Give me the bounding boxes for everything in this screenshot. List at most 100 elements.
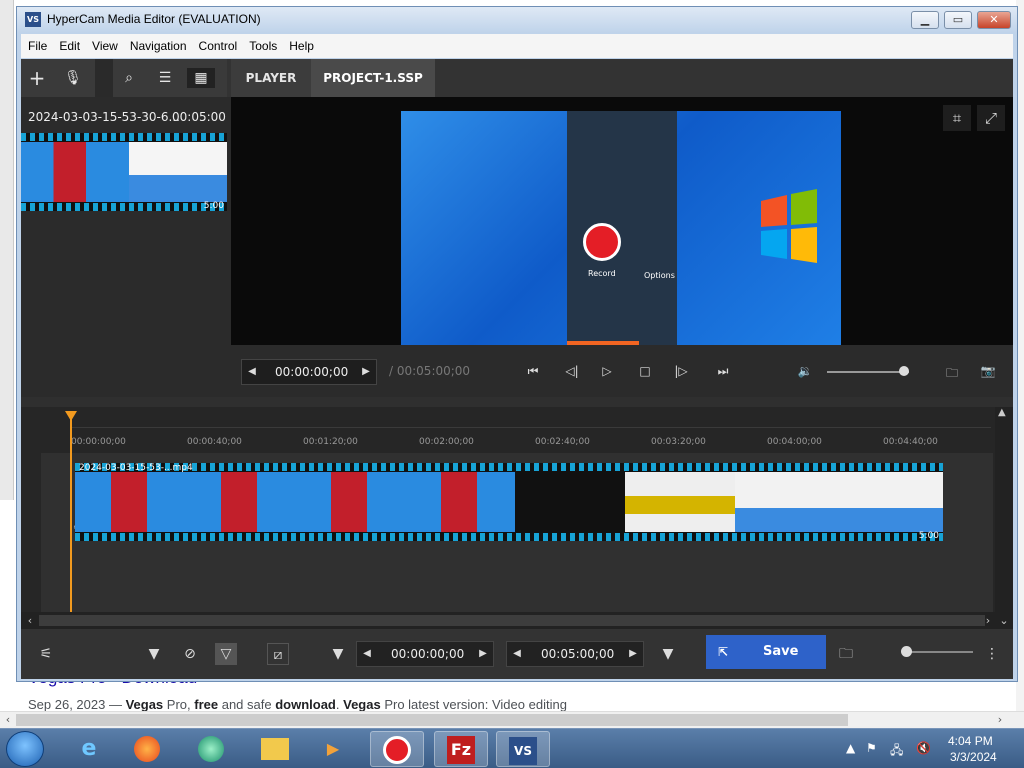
step-forward-arrow-icon[interactable]: ▶ — [356, 360, 376, 384]
film-strip-top — [75, 463, 943, 471]
tick-label: 00:00:40;00 — [187, 437, 242, 447]
network-icon[interactable]: 🖧 — [890, 741, 903, 762]
grid-view-icon[interactable]: ▦ — [187, 68, 215, 88]
tab-project[interactable]: PROJECT-1.SSP — [311, 59, 435, 97]
end-back-arrow-icon[interactable]: ◀ — [507, 642, 527, 666]
title-bar[interactable]: VS HyperCam Media Editor (EVALUATION) ▁ … — [17, 7, 1017, 33]
menu-edit[interactable]: Edit — [53, 34, 86, 58]
open-folder-icon[interactable]: 🗀 — [939, 364, 965, 385]
more-options-icon[interactable]: ⋮ — [981, 643, 1003, 665]
file-explorer-icon[interactable] — [248, 731, 302, 767]
scroll-left-arrow-icon[interactable]: ‹ — [0, 712, 16, 728]
timeline-zoom-slider[interactable] — [907, 651, 973, 653]
volume-muted-icon[interactable]: 🔇 — [916, 741, 931, 755]
marker-in-icon[interactable]: ▼ — [327, 643, 349, 665]
minimize-button[interactable]: ▁ — [911, 11, 939, 29]
end-forward-arrow-icon[interactable]: ▶ — [623, 642, 643, 666]
output-folder-icon[interactable]: 🗀 — [835, 643, 857, 665]
menu-help[interactable]: Help — [283, 34, 320, 58]
clock-date[interactable]: 3/3/2024 — [950, 750, 997, 764]
thumbnail-frame-2 — [129, 142, 227, 202]
media-clip-thumbnail[interactable]: 5:00 — [21, 133, 227, 211]
timeline-clip[interactable]: 2024-03-03-15-53-...mp4 5:00 — [75, 463, 943, 541]
remove-filter-icon[interactable]: ⊘ — [179, 643, 201, 665]
mixer-icon[interactable]: ⚟ — [35, 643, 57, 665]
previous-frame-icon[interactable]: ◁| — [562, 364, 582, 378]
menu-file[interactable]: File — [21, 34, 53, 58]
filter-icon[interactable]: ▼ — [143, 643, 165, 665]
firefox-icon[interactable] — [120, 731, 174, 767]
save-label: Save — [763, 644, 799, 659]
tick-label: 00:02:00;00 — [419, 437, 474, 447]
apply-filter-icon[interactable]: ▽ — [215, 643, 237, 665]
scroll-right-arrow-icon[interactable]: › — [992, 712, 1008, 728]
search-icon[interactable]: ⌕ — [119, 68, 139, 88]
list-view-icon[interactable]: ☰ — [155, 68, 175, 88]
playhead-line[interactable] — [70, 419, 72, 625]
selection-start-time: 00:00:00;00 — [391, 647, 465, 661]
go-to-start-icon[interactable]: ⏮ — [523, 364, 543, 379]
windows-logo-icon — [751, 181, 821, 271]
split-clip-icon[interactable]: ⧄ — [267, 643, 289, 665]
tick-label: 00:01:20;00 — [303, 437, 358, 447]
clip-segment-dark — [515, 472, 625, 532]
menu-navigation[interactable]: Navigation — [124, 34, 193, 58]
timeline-splitter[interactable] — [21, 397, 1013, 407]
microphone-icon[interactable]: 🎙 — [63, 68, 83, 88]
action-center-flag-icon[interactable]: ⚑ — [866, 741, 877, 755]
timeline-horizontal-scrollbar[interactable]: ‹ › ⌄ — [21, 612, 1013, 629]
add-media-icon[interactable]: + — [27, 68, 47, 88]
volume-slider-knob[interactable] — [899, 366, 909, 376]
export-icon: ⇱ — [718, 645, 729, 659]
media-clip-name: 2024-03-03-15-53-30-6... — [28, 110, 180, 124]
player-controls: ◀ 00:00:00;00 ▶ / 00:05:00;00 ⏮ ◁| ▷ □ |… — [231, 345, 1013, 397]
marker-out-icon[interactable]: ▼ — [657, 643, 679, 665]
timeline-vertical-scrollbar[interactable]: ▲ — [995, 407, 1013, 612]
scroll-up-arrow-icon[interactable]: ▲ — [998, 407, 1006, 418]
hypercam-record-icon[interactable] — [370, 731, 424, 767]
menu-view[interactable]: View — [86, 34, 124, 58]
media-player-icon[interactable]: ▶ — [306, 731, 360, 767]
timeline-zoom-knob[interactable] — [901, 646, 912, 657]
maximize-button[interactable]: ▭ — [944, 11, 972, 29]
scrollbar-thumb[interactable] — [16, 714, 848, 726]
close-button[interactable]: ✕ — [977, 11, 1011, 29]
volume-icon[interactable]: 🔉 — [795, 364, 815, 378]
menu-tools[interactable]: Tools — [243, 34, 283, 58]
next-frame-icon[interactable]: |▷ — [671, 364, 691, 378]
scroll-left-arrow-icon[interactable]: ‹ — [23, 612, 37, 629]
selection-end-field[interactable]: ◀ 00:05:00;00 ▶ — [506, 641, 644, 667]
scroll-right-arrow-icon[interactable]: › — [981, 612, 995, 629]
crop-icon[interactable]: ⌗ — [943, 105, 971, 131]
timeline-ruler[interactable]: 00:00:00;00 00:00:40;00 00:01:20;00 00:0… — [41, 407, 993, 451]
stop-icon[interactable]: □ — [635, 364, 655, 378]
current-time-field[interactable]: ◀ 00:00:00;00 ▶ — [241, 359, 377, 385]
volume-slider[interactable] — [827, 371, 909, 373]
start-button[interactable] — [6, 731, 44, 767]
green-app-icon[interactable] — [184, 731, 238, 767]
tick-label: 00:02:40;00 — [535, 437, 590, 447]
snapshot-camera-icon[interactable]: 📷 — [975, 364, 1001, 378]
window-title: HyperCam Media Editor (EVALUATION) — [47, 12, 261, 26]
timeline-scroll-thumb[interactable] — [39, 615, 985, 626]
go-to-end-icon[interactable]: ⏭ — [713, 364, 733, 379]
record-label: Record — [588, 269, 616, 278]
show-hidden-icons-icon[interactable]: ▲ — [846, 741, 855, 755]
play-icon[interactable]: ▷ — [597, 364, 617, 378]
editor-workspace: + 🎙 ⌕ ☰ ▦ 2024-03-03-15-53-30-6... 00:05… — [21, 59, 1013, 679]
fullscreen-icon[interactable]: ⤢ — [977, 105, 1005, 131]
menu-control[interactable]: Control — [193, 34, 244, 58]
internet-explorer-icon[interactable]: e — [62, 731, 116, 767]
save-button[interactable]: ⇱ Save — [706, 635, 826, 669]
start-forward-arrow-icon[interactable]: ▶ — [473, 642, 493, 666]
clock-time[interactable]: 4:04 PM — [948, 734, 993, 748]
hypercam-editor-taskbar-icon[interactable]: VS — [496, 731, 550, 767]
start-back-arrow-icon[interactable]: ◀ — [357, 642, 377, 666]
scroll-down-arrow-icon[interactable]: ⌄ — [997, 612, 1011, 629]
step-back-arrow-icon[interactable]: ◀ — [242, 360, 262, 384]
selection-start-field[interactable]: ◀ 00:00:00;00 ▶ — [356, 641, 494, 667]
tab-player[interactable]: PLAYER — [231, 59, 311, 97]
browser-horizontal-scrollbar[interactable]: ‹ › — [0, 711, 1024, 728]
video-preview[interactable]: Record Options ⌗ ⤢ — [231, 97, 1013, 345]
filezilla-icon[interactable]: Fz — [434, 731, 488, 767]
